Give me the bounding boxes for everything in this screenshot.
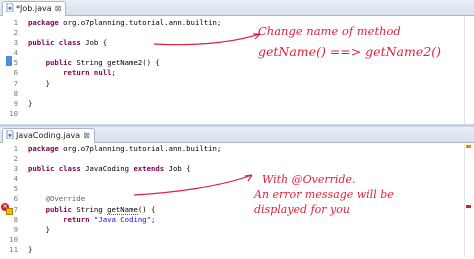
code-line[interactable]: 6 return null; <box>0 68 474 78</box>
close-icon[interactable]: ⊠ <box>55 4 62 13</box>
line-number: 7 <box>13 78 18 88</box>
line-number: 3 <box>13 164 18 174</box>
code-line[interactable]: 9} <box>0 99 474 109</box>
tab-label: JavaCoding.java <box>16 131 81 140</box>
java-file-icon <box>6 129 14 140</box>
code-text: public class Job { <box>28 38 107 48</box>
line-number: 2 <box>13 28 18 38</box>
code-token: class <box>58 164 86 174</box>
code-token: return <box>63 214 94 224</box>
editor-tab-bar: *Job.java ⊠ <box>0 0 474 16</box>
code-text: public String getName2() { <box>28 58 160 68</box>
line-number: 1 <box>13 144 18 153</box>
code-text: } <box>28 225 50 235</box>
code-token: public <box>28 164 59 174</box>
line-number: 2 <box>13 154 18 164</box>
line-number: 8 <box>13 88 18 98</box>
line-number: 9 <box>13 224 18 234</box>
code-text: @Override <box>28 194 86 204</box>
line-number: 4 <box>13 48 18 58</box>
line-number: 1 <box>13 18 18 27</box>
editor-tab-bar: JavaCoding.java ⊠ <box>0 127 474 143</box>
code-text: package org.o7planning.tutorial.ann.buil… <box>28 144 221 154</box>
code-token: ; <box>111 68 116 78</box>
ruler-error-icon[interactable] <box>466 205 471 208</box>
code-token: return <box>63 68 94 78</box>
code-token: public <box>28 38 59 48</box>
code-text: return null; <box>28 68 116 78</box>
annotation-note-bottom-3: displayed for you <box>254 203 350 216</box>
annotation-note-top-1: Change name of method <box>258 24 401 38</box>
code-token: null <box>93 68 112 78</box>
code-text: } <box>28 99 32 109</box>
code-token: @Override <box>45 194 86 204</box>
code-line[interactable]: 8 <box>0 89 474 99</box>
code-line[interactable]: 2 <box>0 154 474 164</box>
code-text: return "Java Coding"; <box>28 215 155 225</box>
line-number: 10 <box>9 234 18 244</box>
line-number: 5 <box>13 184 18 194</box>
code-token: package <box>28 18 64 27</box>
annotation-arrow-top <box>153 33 261 46</box>
annotation-note-top-2: getName() ==> getName2() <box>258 44 441 59</box>
line-number: 8 <box>13 214 18 224</box>
annotation-note-bottom-1: With @Override. <box>262 173 356 186</box>
ruler-warning-icon[interactable] <box>466 145 471 148</box>
annotation-arrow-bottom <box>133 174 253 196</box>
annotation-note-bottom-2: An error message will be <box>254 188 394 201</box>
overview-ruler[interactable] <box>464 143 472 257</box>
line-number: 5 <box>13 58 18 68</box>
code-token: } <box>28 224 50 234</box>
code-line[interactable]: 8 return "Java Coding"; <box>0 215 474 225</box>
code-token: String <box>76 204 108 214</box>
line-number: 10 <box>9 108 18 118</box>
editor-pane-job: *Job.java ⊠ 1 package org.o7planning.tutor… <box>0 0 474 124</box>
line-number: 4 <box>13 174 18 184</box>
line-number: 9 <box>13 98 18 108</box>
code-token: public <box>45 58 77 68</box>
code-line[interactable]: 10 <box>0 235 474 245</box>
tab-javacoding-java[interactable]: JavaCoding.java ⊠ <box>2 128 95 143</box>
code-line[interactable]: 9 } <box>0 225 474 235</box>
code-token: } <box>28 244 33 254</box>
code-token: JavaCoding <box>85 164 134 174</box>
code-token: package <box>28 144 64 153</box>
code-token: org.o7planning.tutorial.ann.builtin; <box>63 144 222 153</box>
code-token: "Java Coding" <box>93 214 152 224</box>
editor-pane-javacoding: JavaCoding.java ⊠ × 1 package org.o7planni… <box>0 127 474 259</box>
code-text: } <box>28 79 50 89</box>
tab-label: *Job.java <box>16 4 52 13</box>
close-icon[interactable]: ⊠ <box>83 131 90 140</box>
code-token: Job { <box>85 38 108 48</box>
line-number: 6 <box>13 194 18 204</box>
code-token: class <box>58 38 86 48</box>
java-file-icon <box>6 2 14 13</box>
code-line[interactable]: 7 } <box>0 79 474 89</box>
line-number: 11 <box>9 244 18 254</box>
code-line[interactable]: 10 <box>0 109 474 119</box>
code-text: } <box>28 245 32 255</box>
line-number: 3 <box>13 38 18 48</box>
code-token: } <box>28 78 50 88</box>
code-token: public <box>45 204 77 214</box>
code-line[interactable]: 1 package org.o7planning.tutorial.ann.bui… <box>0 144 474 154</box>
code-token: } <box>28 98 33 108</box>
tab-job-java[interactable]: *Job.java ⊠ <box>2 1 67 16</box>
code-token: ; <box>151 214 156 224</box>
line-number: 6 <box>13 68 18 78</box>
overview-ruler[interactable] <box>464 16 472 124</box>
code-line[interactable]: 11} <box>0 245 474 255</box>
line-number: 7 <box>13 204 18 214</box>
